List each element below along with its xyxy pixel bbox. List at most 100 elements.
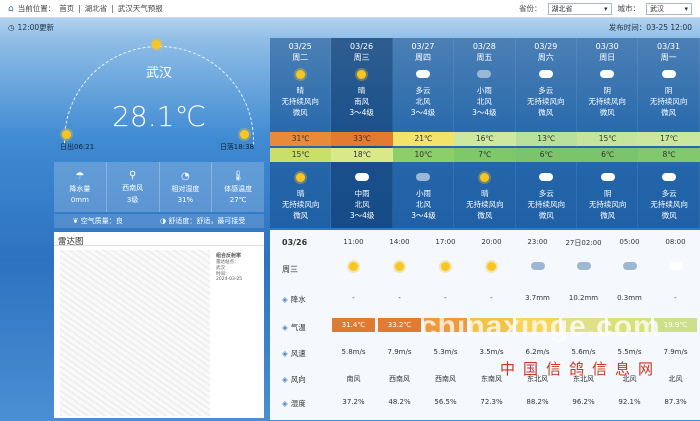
sunrise-icon [62, 130, 71, 139]
air-comfort-bar: ❦ 空气质量：良 ◑ 舒适度：舒适，最可接受 [54, 214, 264, 228]
hourly-cell: - [674, 294, 677, 302]
day-week: 周一 [660, 53, 677, 62]
day-wind-direction: 南风 [354, 97, 370, 106]
hourly-cell: - [398, 294, 401, 302]
day-wind-level: 微风 [292, 108, 308, 117]
night-block: 多云 无持续风向 微风 [516, 166, 577, 221]
rain-cloud-icon [416, 173, 431, 181]
current-weather-panel: 武汉 28.1℃ 日出06:21 日落18:38 [54, 34, 264, 162]
sun-icon [487, 262, 496, 271]
day-column[interactable]: 03/26 周三晴南风 3～4级 33℃ 18℃ 中雨 北风 3～4级 [331, 38, 393, 228]
night-text: 多云 无持续风向 微风 [528, 188, 566, 221]
comfort-text: 舒适度：舒适，最可接受 [168, 217, 246, 225]
comfort: ◑ 舒适度：舒适，最可接受 [160, 216, 245, 226]
radar-map[interactable] [60, 250, 210, 416]
hourly-cell: 56.5% [434, 398, 457, 406]
night-wind-level: 3～4级 [349, 211, 375, 220]
night-text: 小雨 北风 3～4级 [411, 188, 436, 221]
city-select[interactable]: 武汉 ▾ [646, 2, 692, 15]
high-temp: 17℃ [638, 132, 700, 146]
province-select[interactable]: 湖北省 ▾ [547, 2, 612, 15]
day-week: 周五 [476, 53, 493, 62]
hourly-cell: 7.9m/s [663, 348, 688, 356]
night-weather: 晴 [481, 189, 489, 198]
day-column[interactable]: 03/25 周二晴无持续风向 微风 31℃ 15℃ 晴无持续风向 微风 [270, 38, 332, 228]
day-text: 阴无持续风向 微风 [650, 85, 688, 118]
day-column[interactable]: 03/31 周一阴无持续风向 微风 17℃ 8℃ 多云 无持续风向 微风 [638, 38, 700, 228]
high-temp: 15℃ [577, 132, 639, 146]
stat-humidity: ◔ 相对湿度 31% [160, 162, 213, 212]
province-label: 省份： [519, 4, 542, 13]
night-wind-direction: 无持续风向 [527, 200, 566, 209]
wind-icon: ⚲ [128, 169, 137, 181]
sun-icon [349, 262, 358, 271]
day-icon-wrap [661, 66, 676, 82]
breadcrumb-home-link[interactable]: 首页 [59, 3, 74, 14]
breadcrumb: ⌂ 当前位置： 首页 | 湖北省 | 武汉天气预报 [8, 3, 163, 14]
chevron-down-icon: ▾ [684, 4, 688, 13]
day-wind-level: 3～4级 [410, 108, 436, 117]
hourly-cell: 92.1% [618, 398, 641, 406]
rain-cloud-icon [576, 262, 591, 270]
high-temp: 33℃ [331, 132, 393, 146]
hourly-date: 03/26 [282, 238, 308, 247]
current-temperature: 28.1℃ [112, 100, 206, 133]
night-wind-direction: 无持续风向 [466, 200, 504, 209]
high-temp: 21℃ [392, 132, 455, 146]
hourly-cell: 5.5m/s [617, 348, 642, 356]
night-wind-direction: 北风 [415, 200, 431, 209]
radar-legend-line: 2024-03-25 [216, 277, 243, 282]
hour-time: 23:00 [527, 238, 548, 246]
hourly-cell: 5.6m/s [571, 348, 596, 356]
hour-time: 27日02:00 [565, 239, 602, 247]
night-icon-wrap [416, 169, 431, 185]
hourly-cell: 3.5m/s [479, 348, 504, 356]
hour-time: 05:00 [619, 238, 640, 246]
city-select-value: 武汉 [650, 4, 664, 13]
night-icon-wrap [600, 169, 615, 185]
day-weather: 阴 [664, 86, 673, 95]
day-weather: 晴 [357, 86, 366, 95]
cloud-icon [539, 173, 554, 181]
sun-icon [480, 172, 490, 182]
current-stats: ☂ 降水量 0mm ⚲ 西南风 3级 ◔ 相对湿度 31% 🌡 体感温度 27℃ [54, 162, 264, 212]
night-text: 多云 无持续风向 微风 [650, 188, 688, 221]
low-temp: 7℃ [454, 148, 516, 162]
day-column[interactable]: 03/27 周四 多云 北风 3～4级 21℃ 10℃ 小雨 北风 3～4级 [392, 38, 455, 228]
day-icon-wrap [600, 66, 615, 82]
day-column[interactable]: 03/28 周五 小雨 北风 3～4级 16℃ 7℃ 晴无持续风向 微风 [454, 38, 516, 228]
day-wind-level: 3～4级 [472, 108, 497, 117]
day-icon-wrap [415, 66, 430, 82]
stat-value: 31% [177, 195, 194, 204]
cloud-icon [661, 70, 676, 78]
home-icon: ⌂ [8, 3, 14, 14]
hourly-cell: 0.3mm [617, 294, 642, 302]
night-wind-level: 3～4级 [411, 211, 436, 220]
hourly-cell: 72.3% [480, 398, 503, 406]
day-weather: 阴 [603, 86, 611, 95]
day-wind-level: 微风 [661, 108, 677, 117]
day-date: 03/28 [472, 42, 496, 51]
watermark: chinaxinge.com [420, 310, 661, 343]
day-text: 晴无持续风向 微风 [281, 85, 319, 118]
day-icon-wrap [477, 66, 492, 82]
thermometer-icon: 🌡 [231, 170, 245, 182]
hour-icon-wrap [470, 262, 513, 273]
sunset-time: 日落18:38 [219, 143, 254, 151]
top-bar: ⌂ 当前位置： 首页 | 湖北省 | 武汉天气预报 省份： 湖北省 ▾ 城市： 武… [0, 0, 700, 18]
night-wind-direction: 北风 [354, 200, 370, 209]
breadcrumb-province-link[interactable]: 湖北省 [85, 3, 108, 14]
hourly-cell: 33.2℃ [378, 318, 421, 332]
day-wind-direction: 无持续风向 [649, 97, 688, 106]
day-date: 03/30 [595, 42, 619, 51]
hourly-cell: 31.4℃ [332, 318, 375, 332]
day-wind-level: 3～4级 [349, 108, 374, 117]
hourly-cell: 西南风 [389, 375, 410, 383]
hourly-cell: 7.9m/s [387, 348, 412, 356]
day-column[interactable]: 03/29 周六 多云 无持续风向 微风 13℃ 6℃ 多云 无持续风向 微风 [515, 38, 577, 228]
leaf-icon: ❦ [72, 217, 81, 225]
night-weather: 阴 [603, 189, 612, 198]
day-column[interactable]: 03/30 周日阴无持续风向 微风 15℃ 6℃ 阴无持续风向 微风 [577, 38, 639, 228]
hour-icon-wrap [654, 262, 697, 272]
stat-value: 0mm [70, 195, 89, 204]
